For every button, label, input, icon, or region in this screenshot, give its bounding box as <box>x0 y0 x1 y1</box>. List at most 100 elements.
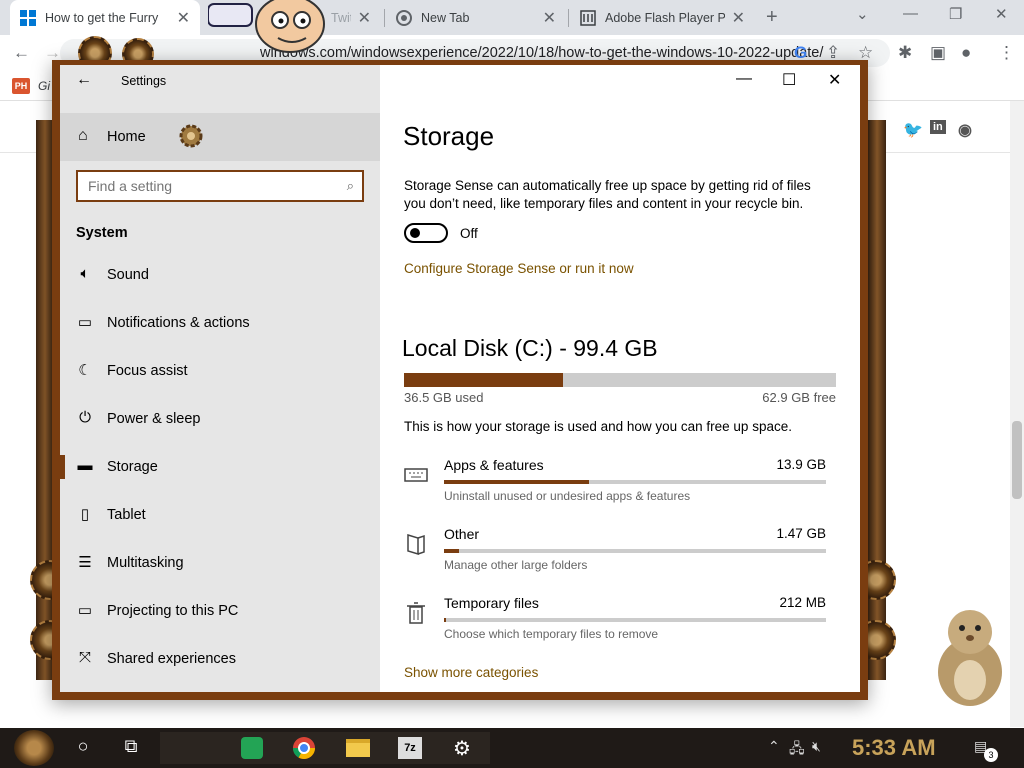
search-input[interactable] <box>88 172 328 200</box>
close-tab-icon[interactable]: ✕ <box>358 8 371 28</box>
nav-item-focus-assist[interactable]: ☾ Focus assist <box>60 347 380 395</box>
url-text: windows.com/windowsexperience/2022/10/18… <box>260 45 824 61</box>
category-usage-bar <box>444 480 826 484</box>
nav-item-notifications[interactable]: ▭ Notifications & actions <box>60 299 380 347</box>
bookmark-label[interactable]: Gi <box>38 79 50 93</box>
close-tab-icon[interactable]: ✕ <box>543 8 556 28</box>
home-label: Home <box>107 129 146 145</box>
shared-icon: ⤧ <box>78 649 91 666</box>
nav-item-label: Notifications & actions <box>107 315 250 331</box>
restore-browser-button[interactable]: ❐ <box>949 5 962 23</box>
category-size: 212 MB <box>779 595 826 610</box>
nav-item-multitasking[interactable]: ☰ Multitasking <box>60 539 380 587</box>
scrollbar-thumb[interactable] <box>1012 421 1022 499</box>
tab-how-to-get[interactable]: How to get the Furry ✕ <box>10 0 200 35</box>
find-setting-search[interactable]: ⌕ <box>76 170 364 202</box>
notes-app-icon[interactable] <box>236 732 268 764</box>
nav-item-projecting[interactable]: ▭ Projecting to this PC <box>60 587 380 635</box>
7zip-icon[interactable]: 7z <box>394 732 426 764</box>
settings-window-title: Settings <box>121 74 167 88</box>
tab-separator <box>384 9 385 27</box>
nav-home[interactable]: ⌂ Home <box>60 113 380 161</box>
tab-new-tab[interactable]: New Tab ✕ <box>386 0 566 35</box>
linkedin-icon[interactable]: in <box>930 120 946 134</box>
nav-item-label: Storage <box>107 459 158 475</box>
storage-sense-description: Storage Sense can automatically free up … <box>404 178 811 211</box>
multitasking-icon: ☰ <box>78 554 92 571</box>
nav-item-storage[interactable]: ▬ Storage <box>60 443 380 491</box>
nav-item-label: Power & sleep <box>107 411 201 427</box>
disk-usage-fill <box>404 373 563 387</box>
nav-item-shared-experiences[interactable]: ⤧ Shared experiences <box>60 635 380 683</box>
speaker-icon: 🔈︎ <box>80 265 90 282</box>
disk-description: This is how your storage is used and how… <box>404 419 792 434</box>
rss-icon[interactable]: ◉ <box>958 120 972 140</box>
tablet-icon: ▯ <box>80 506 90 523</box>
settings-gear-icon[interactable]: ⚙ <box>446 732 478 764</box>
category-name: Apps & features <box>444 457 544 473</box>
back-arrow-icon[interactable]: ← <box>76 71 92 89</box>
new-tab-button[interactable]: + <box>766 6 778 29</box>
nav-item-label: Sound <box>107 267 149 283</box>
category-name: Temporary files <box>444 595 539 611</box>
nav-item-sound[interactable]: 🔈︎ Sound <box>60 251 380 299</box>
file-explorer-icon[interactable] <box>342 732 374 764</box>
show-hidden-icons-chevron-icon[interactable]: ⌃ <box>768 738 780 755</box>
settings-titlebar: ← Settings <box>60 65 380 97</box>
task-view-icon[interactable]: ⧉ <box>116 736 146 757</box>
chrome-icon[interactable] <box>288 732 320 764</box>
tab-adobe-flash[interactable]: Adobe Flash Player P ✕ <box>570 0 755 35</box>
disk-used-label: 36.5 GB used <box>404 390 484 405</box>
category-size: 13.9 GB <box>776 457 826 472</box>
category-other[interactable]: Other 1.47 GB Manage other large folders <box>404 526 836 586</box>
profile-avatar-icon[interactable]: ● <box>961 43 971 63</box>
system-clock[interactable]: 5:33 AM <box>852 735 936 761</box>
chrome-icon <box>396 9 412 26</box>
configure-storage-sense-link[interactable]: Configure Storage Sense or run it now <box>404 261 634 276</box>
category-description: Choose which temporary files to remove <box>444 627 659 641</box>
settings-window: ← Settings ⌂ Home ⌕ System 🔈︎ Sound ▭ No… <box>52 60 868 700</box>
product-hunt-icon[interactable]: PH <box>12 78 30 94</box>
storage-sense-toggle[interactable] <box>404 223 448 243</box>
start-button[interactable] <box>14 730 54 766</box>
close-browser-button[interactable]: ✕ <box>995 5 1008 23</box>
toggle-state-label: Off <box>460 226 478 241</box>
taskbar-app-area <box>160 732 490 764</box>
disk-usage-bar <box>404 373 836 387</box>
volume-muted-icon[interactable]: 🔇︎ <box>812 738 821 755</box>
show-more-categories-link[interactable]: Show more categories <box>404 665 538 680</box>
category-temporary-files[interactable]: Temporary files 212 MB Choose which temp… <box>404 595 836 655</box>
extensions-icon[interactable]: ✱ <box>898 43 912 63</box>
settings-window-body: ← Settings ⌂ Home ⌕ System 🔈︎ Sound ▭ No… <box>60 65 860 692</box>
twitter-icon[interactable]: 🐦 <box>903 120 923 140</box>
power-icon: ⏻ <box>79 409 91 426</box>
category-description: Manage other large folders <box>444 558 588 572</box>
disk-title: Local Disk (C:) - 99.4 GB <box>402 335 658 361</box>
tab-title: New Tab <box>421 10 470 25</box>
nav-item-label: Focus assist <box>107 363 188 379</box>
category-usage-fill <box>444 480 590 484</box>
tab-search-icon[interactable]: ⌄ <box>856 5 869 23</box>
nav-item-power-sleep[interactable]: ⏻ Power & sleep <box>60 395 380 443</box>
nav-item-label: Projecting to this PC <box>107 603 239 619</box>
nav-item-tablet[interactable]: ▯ Tablet <box>60 491 380 539</box>
storage-content-pane: Storage Storage Sense can automatically … <box>380 65 860 692</box>
category-apps-features[interactable]: Apps & features 13.9 GB Uninstall unused… <box>404 457 836 517</box>
category-usage-bar <box>444 549 826 553</box>
toggle-knob <box>410 228 420 238</box>
page-title: Storage <box>403 121 495 151</box>
category-usage-bar <box>444 618 826 622</box>
storage-icon: ▬ <box>77 457 93 474</box>
side-panel-icon[interactable]: ▣ <box>930 43 946 63</box>
cortana-circle-icon[interactable]: ○ <box>68 736 98 757</box>
close-tab-icon[interactable]: ✕ <box>177 8 190 28</box>
page-scrollbar[interactable] <box>1010 101 1024 727</box>
category-size: 1.47 GB <box>776 526 826 541</box>
minimize-browser-button[interactable]: — <box>903 5 918 22</box>
close-tab-icon[interactable]: ✕ <box>732 8 745 28</box>
projecting-icon: ▭ <box>77 602 93 619</box>
windows-logo-icon <box>20 9 36 26</box>
back-arrow-icon[interactable]: ← <box>13 43 30 63</box>
menu-kebab-icon[interactable]: ⋮ <box>998 43 1015 63</box>
network-icon[interactable]: 🖧 <box>789 738 805 762</box>
